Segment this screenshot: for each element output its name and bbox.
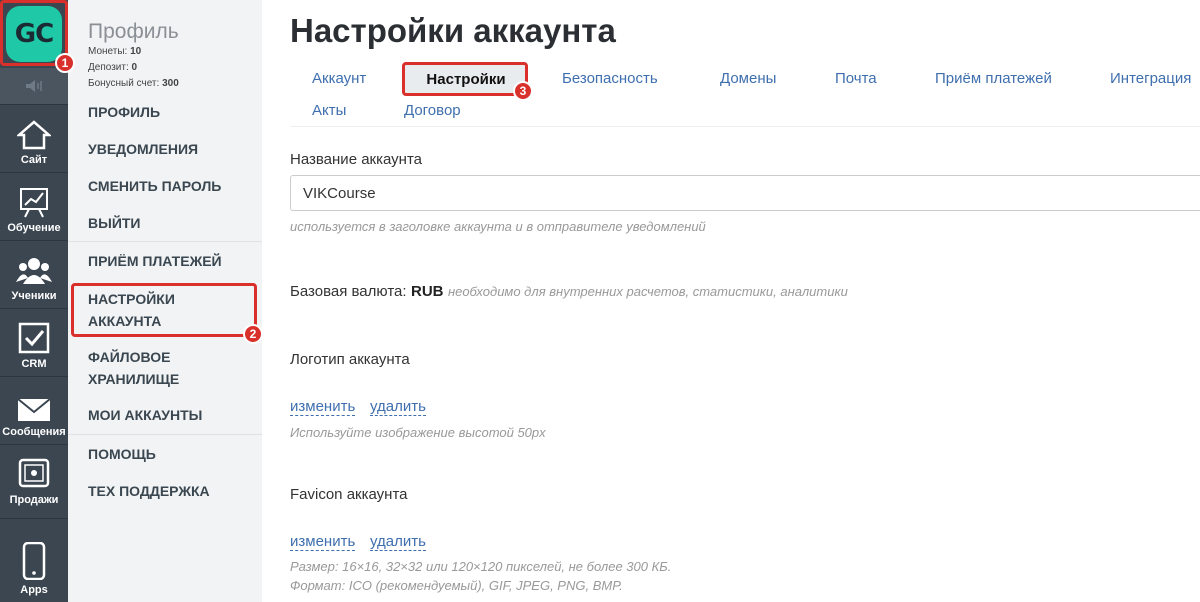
annotation-badge: 1 (55, 53, 75, 73)
safe-icon (18, 458, 50, 488)
tab-contract[interactable]: Договор (404, 102, 461, 119)
rail-item-apps[interactable]: Apps (0, 518, 68, 602)
favicon-size-hint: Размер: 16×16, 32×32 или 120×120 пикселе… (290, 559, 672, 574)
currency-value: RUB (410, 283, 444, 300)
tabs-divider (290, 126, 1200, 127)
menu-group-account: ПРОФИЛЬ УВЕДОМЛЕНИЯ СМЕНИТЬ ПАРОЛЬ ВЫЙТИ (68, 101, 262, 242)
home-icon (17, 120, 51, 150)
checkbox-icon (18, 322, 50, 354)
base-currency-row: Базовая валюта: RUB необходимо для внутр… (290, 283, 848, 301)
menu-item-change-password[interactable]: СМЕНИТЬ ПАРОЛЬ (68, 175, 262, 212)
rail-item-students[interactable]: Ученики (0, 240, 68, 308)
menu-divider (68, 241, 262, 242)
coins-label: Монеты: (88, 46, 128, 57)
highlight-settings-tab (402, 62, 528, 96)
bonus-label: Бонусный счет: (88, 78, 160, 89)
rail-label: Продажи (9, 494, 59, 506)
logo-hint: Используйте изображение высотой 50px (290, 425, 546, 440)
rail-item-crm[interactable]: CRM (0, 308, 68, 376)
tab-acts[interactable]: Акты (312, 102, 346, 119)
bonus-value: 300 (162, 78, 179, 89)
menu-group-help: ПОМОЩЬ ТЕХ ПОДДЕРЖКА (68, 443, 262, 510)
account-name-input[interactable] (290, 175, 1200, 211)
coins-value: 10 (130, 46, 142, 57)
rail-label: Обучение (7, 222, 61, 234)
tab-domains[interactable]: Домены (720, 70, 776, 87)
left-rail: GC Сайт Обучение Ученики CRM Сообщения П… (0, 0, 68, 602)
menu-item-support[interactable]: ТЕХ ПОДДЕРЖКА (68, 480, 262, 510)
favicon-change-link[interactable]: изменить (290, 534, 356, 551)
menu-item-logout[interactable]: ВЫЙТИ (68, 212, 262, 242)
annotation-badge: 2 (243, 324, 263, 344)
profile-header: Профиль Монеты: 10 Депозит: 0 Бонусный с… (68, 0, 262, 92)
menu-item-label: ФАЙЛОВОЕ (88, 349, 171, 365)
account-name-label: Название аккаунта (290, 151, 422, 168)
rail-item-learning[interactable]: Обучение (0, 172, 68, 240)
logo-change-link[interactable]: изменить (290, 399, 356, 416)
menu-item-profile[interactable]: ПРОФИЛЬ (68, 101, 262, 138)
tab-security[interactable]: Безопасность (562, 70, 658, 87)
rail-label: Сообщения (2, 426, 66, 438)
collapse-toggle[interactable] (0, 68, 68, 104)
chart-icon (20, 188, 48, 218)
menu-item-file-storage[interactable]: ФАЙЛОВОЕ ХРАНИЛИЩЕ (68, 346, 262, 404)
annotation-badge: 3 (513, 81, 533, 101)
logo-label: Логотип аккаунта (290, 351, 410, 368)
currency-label: Базовая валюта: (290, 283, 407, 300)
deposit-label: Депозит: (88, 62, 129, 73)
menu-item-label: ХРАНИЛИЩЕ (88, 371, 180, 387)
tab-mail[interactable]: Почта (835, 70, 877, 87)
profile-title: Профиль (88, 20, 179, 43)
phone-icon (22, 542, 46, 580)
speaker-icon (26, 80, 42, 92)
highlight-account-settings (71, 283, 257, 337)
favicon-format-hint: Формат: ICO (рекомендуемый), GIF, JPEG, … (290, 578, 623, 593)
rail-item-messages[interactable]: Сообщения (0, 376, 68, 444)
menu-item-my-accounts[interactable]: МОИ АККАУНТЫ (68, 404, 262, 432)
currency-hint: необходимо для внутренних расчетов, стат… (447, 284, 848, 299)
menu-item-help[interactable]: ПОМОЩЬ (68, 443, 262, 480)
mail-icon (17, 398, 51, 421)
profile-balances: Монеты: 10 Депозит: 0 Бонусный счет: 300 (88, 44, 262, 92)
tab-payments[interactable]: Приём платежей (935, 70, 1052, 87)
tab-integration[interactable]: Интеграция (1110, 70, 1191, 87)
favicon-label: Favicon аккаунта (290, 486, 408, 503)
rail-item-site[interactable]: Сайт (0, 104, 68, 172)
rail-label: Сайт (20, 154, 48, 166)
rail-item-sales[interactable]: Продажи (0, 444, 68, 512)
rail-label: Apps (20, 584, 48, 596)
menu-group-settings: ПРИЁМ ПЛАТЕЖЕЙ НАСТРОЙКИ АККАУНТА ФАЙЛОВ… (68, 250, 262, 432)
menu-item-notifications[interactable]: УВЕДОМЛЕНИЯ (68, 138, 262, 175)
deposit-value: 0 (131, 62, 138, 73)
account-name-hint: используется в заголовке аккаунта и в от… (290, 219, 706, 234)
menu-divider (68, 434, 262, 435)
tab-account[interactable]: Аккаунт (312, 70, 366, 87)
favicon-delete-link[interactable]: удалить (370, 534, 426, 551)
users-icon (16, 258, 52, 284)
logo-delete-link[interactable]: удалить (370, 399, 426, 416)
page-title: Настройки аккаунта (290, 12, 616, 49)
rail-label: CRM (21, 358, 47, 370)
rail-label: Ученики (11, 290, 57, 302)
